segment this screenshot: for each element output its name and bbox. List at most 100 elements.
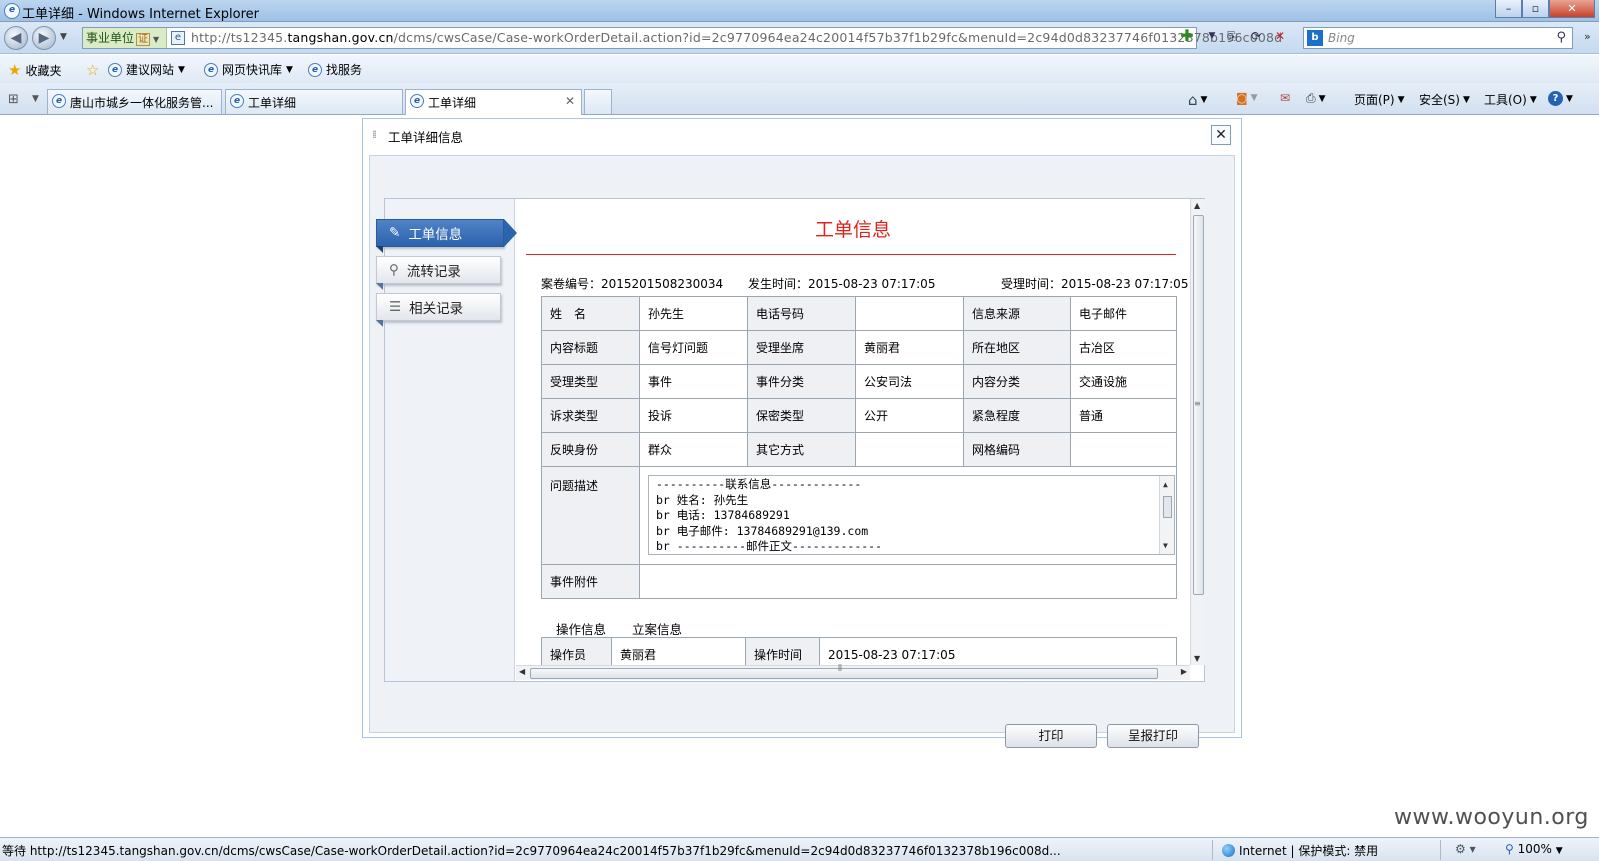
order-detail-dialog: ⁞⁞ 工单详细信息 ✕ ✎ 工单信息 ⚲ 流转记录 ☰ 相关记录 工单信息 案卷编号：… [362, 118, 1242, 748]
tools-menu[interactable]: 工具(O) ▼ [1484, 91, 1537, 108]
search-placeholder: Bing [1328, 31, 1355, 45]
home-icon: ⌂ [1188, 91, 1198, 109]
field-value: 孙先生 [639, 296, 748, 331]
description-cell: ----------联系信息------------- br 姓名: 孙先生 b… [639, 466, 1177, 565]
field-label: 电话号码 [747, 296, 856, 331]
ie-page-icon: e [108, 62, 122, 77]
search-icon: ⚲ [389, 262, 399, 278]
protected-mode-icon[interactable]: ⚙ ▾ [1455, 842, 1476, 856]
print-button[interactable]: 打印 [1005, 724, 1097, 748]
mail-button[interactable]: ✉ [1280, 91, 1290, 105]
tab-operation-info[interactable]: 操作信息 [556, 619, 606, 638]
scroll-down-icon[interactable]: ▼ [1194, 654, 1200, 663]
field-value: 事件 [639, 364, 748, 399]
forward-button[interactable]: ▶ [32, 26, 56, 50]
search-box[interactable]: b Bing ⚲ [1303, 27, 1573, 49]
operator-label: 操作员 [541, 637, 612, 665]
scroll-down-icon[interactable]: ▼ [1163, 538, 1168, 554]
operation-time-label: 操作时间 [745, 637, 820, 665]
field-label: 内容标题 [541, 330, 640, 365]
print-button[interactable]: ⎙ ▼ [1306, 91, 1326, 106]
stop-icon[interactable]: ✕ [1270, 26, 1290, 46]
ie-page-icon: e [410, 94, 424, 108]
description-scrollbar[interactable]: ▲ ▼ [1159, 476, 1174, 554]
field-label: 受理类型 [541, 364, 640, 399]
operation-time-value: 2015-08-23 07:17:05 [819, 637, 1177, 665]
attachment-cell [639, 564, 1177, 599]
home-button[interactable]: ⌂ ▼ [1188, 91, 1207, 109]
favorites-button[interactable]: ★ 收藏夹 [8, 61, 61, 79]
compatibility-icon[interactable]: ✚ [1177, 26, 1197, 46]
search-icon[interactable]: ⚲ [1556, 30, 1566, 45]
tab-list-dropdown-icon[interactable]: ▼ [32, 94, 39, 104]
description-row: 问题描述 ----------联系信息------------- br 姓名: … [541, 466, 1177, 565]
status-bar: 等待 http://ts12345.tangshan.gov.cn/dcms/c… [0, 837, 1599, 861]
tab-order-detail-2[interactable]: e 工单详细 ✕ [405, 89, 582, 115]
security-zone[interactable]: Internet | 保护模式: 禁用 [1222, 842, 1378, 859]
chevron-down-icon: ▼ [1397, 94, 1405, 105]
heading-divider [526, 254, 1176, 255]
chevron-down-icon: ▼ [1555, 846, 1563, 856]
refresh-icon[interactable]: ⟳ [1246, 26, 1266, 46]
tab-tangshan-portal[interactable]: e 唐山市城乡一体化服务管... [47, 89, 222, 114]
dialog-header[interactable]: ⁞⁞ 工单详细信息 ✕ [363, 119, 1241, 152]
chevron-down-icon: ▼ [286, 64, 293, 75]
report-print-button[interactable]: 呈报打印 [1107, 724, 1199, 748]
tab-order-detail-1[interactable]: e 工单详细 [225, 89, 403, 114]
accept-time: 受理时间：2015-08-23 07:17:05 [1001, 277, 1189, 291]
nav-related-records[interactable]: ☰ 相关记录 [376, 293, 501, 327]
dialog-close-button[interactable]: ✕ [1211, 125, 1231, 145]
drag-handle-icon[interactable]: ⁞⁞ [372, 128, 377, 141]
back-button[interactable]: ◀ [4, 26, 28, 50]
field-value: 古冶区 [1070, 330, 1177, 365]
zoom-level[interactable]: ⚲ 100% ▼ [1505, 842, 1563, 856]
nav-flow-records[interactable]: ⚲ 流转记录 [376, 256, 501, 290]
compat-view-icon[interactable]: ⎘ [1222, 26, 1242, 46]
tab-filing-info[interactable]: 立案信息 [632, 619, 682, 638]
field-label: 内容分类 [963, 364, 1071, 399]
address-bar[interactable]: 事业单位证 ▼ e http://ts12345.tangshan.gov.cn/… [82, 27, 1282, 49]
add-favorite-button[interactable]: ☆ [86, 61, 99, 79]
scroll-up-icon[interactable]: ▲ [1194, 201, 1200, 210]
new-tab-button[interactable] [584, 89, 612, 114]
more-icon[interactable]: » [1584, 30, 1591, 43]
scroll-right-icon[interactable]: ▶ [1181, 667, 1187, 676]
side-nav: ✎ 工单信息 ⚲ 流转记录 ☰ 相关记录 [376, 199, 517, 681]
field-value: 普通 [1070, 398, 1177, 433]
fav-item-find-service[interactable]: e 找服务 [308, 61, 362, 78]
restore-button[interactable]: ▫ [1522, 0, 1549, 18]
address-dropdown-icon[interactable]: ▼ [1202, 26, 1222, 46]
security-zone-badge[interactable]: 事业单位证 ▼ [83, 28, 167, 48]
close-window-button[interactable]: ✕ [1549, 0, 1595, 18]
description-textarea[interactable]: ----------联系信息------------- br 姓名: 孙先生 b… [648, 475, 1175, 555]
history-dropdown-icon[interactable]: ▼ [60, 32, 67, 42]
help-button[interactable]: ? ▼ [1548, 91, 1573, 106]
nav-order-info[interactable]: ✎ 工单信息 [376, 219, 517, 253]
close-tab-icon[interactable]: ✕ [565, 94, 575, 108]
zone-dropdown-icon: ▼ [153, 35, 160, 44]
fav-item-web-slices[interactable]: e 网页快讯库 ▼ [204, 61, 293, 78]
minimize-button[interactable]: – [1495, 0, 1522, 18]
add-favorite-icon: ☆ [86, 61, 100, 79]
operator-value: 黄丽君 [611, 637, 746, 665]
safety-menu[interactable]: 安全(S) ▼ [1419, 91, 1470, 108]
horizontal-scrollbar[interactable]: ◀ ⦀ ▶ [516, 664, 1190, 680]
desc-line: br 电子邮件: 13784689291@139.com [656, 523, 869, 538]
address-url[interactable]: http://ts12345.tangshan.gov.cn/dcms/cwsC… [191, 30, 1282, 45]
table-row: 反映身份 群众 其它方式 网格编码 [541, 432, 1177, 467]
scroll-left-icon[interactable]: ◀ [519, 667, 525, 676]
fav-item-suggested-sites[interactable]: e 建议网站 ▼ [108, 61, 185, 78]
feeds-button[interactable]: ◙ ▼ [1236, 91, 1258, 105]
ie-page-icon: e [230, 94, 244, 108]
field-label: 诉求类型 [541, 398, 640, 433]
scroll-thumb[interactable] [530, 668, 1158, 679]
attachment-row: 事件附件 [541, 564, 1177, 599]
field-label: 姓 名 [541, 296, 640, 331]
vertical-scrollbar[interactable]: ▲ ≡ ▼ [1190, 199, 1205, 665]
forward-arrow-icon: ▶ [38, 30, 50, 46]
ie-page-icon: e [308, 62, 322, 77]
scroll-up-icon[interactable]: ▲ [1163, 477, 1168, 493]
quick-tabs-icon[interactable]: ⊞ [8, 92, 19, 107]
page-menu[interactable]: 页面(P) ▼ [1354, 91, 1405, 108]
title-bar: e 工单详细 - Windows Internet Explorer – ▫ ✕ [0, 0, 1599, 22]
